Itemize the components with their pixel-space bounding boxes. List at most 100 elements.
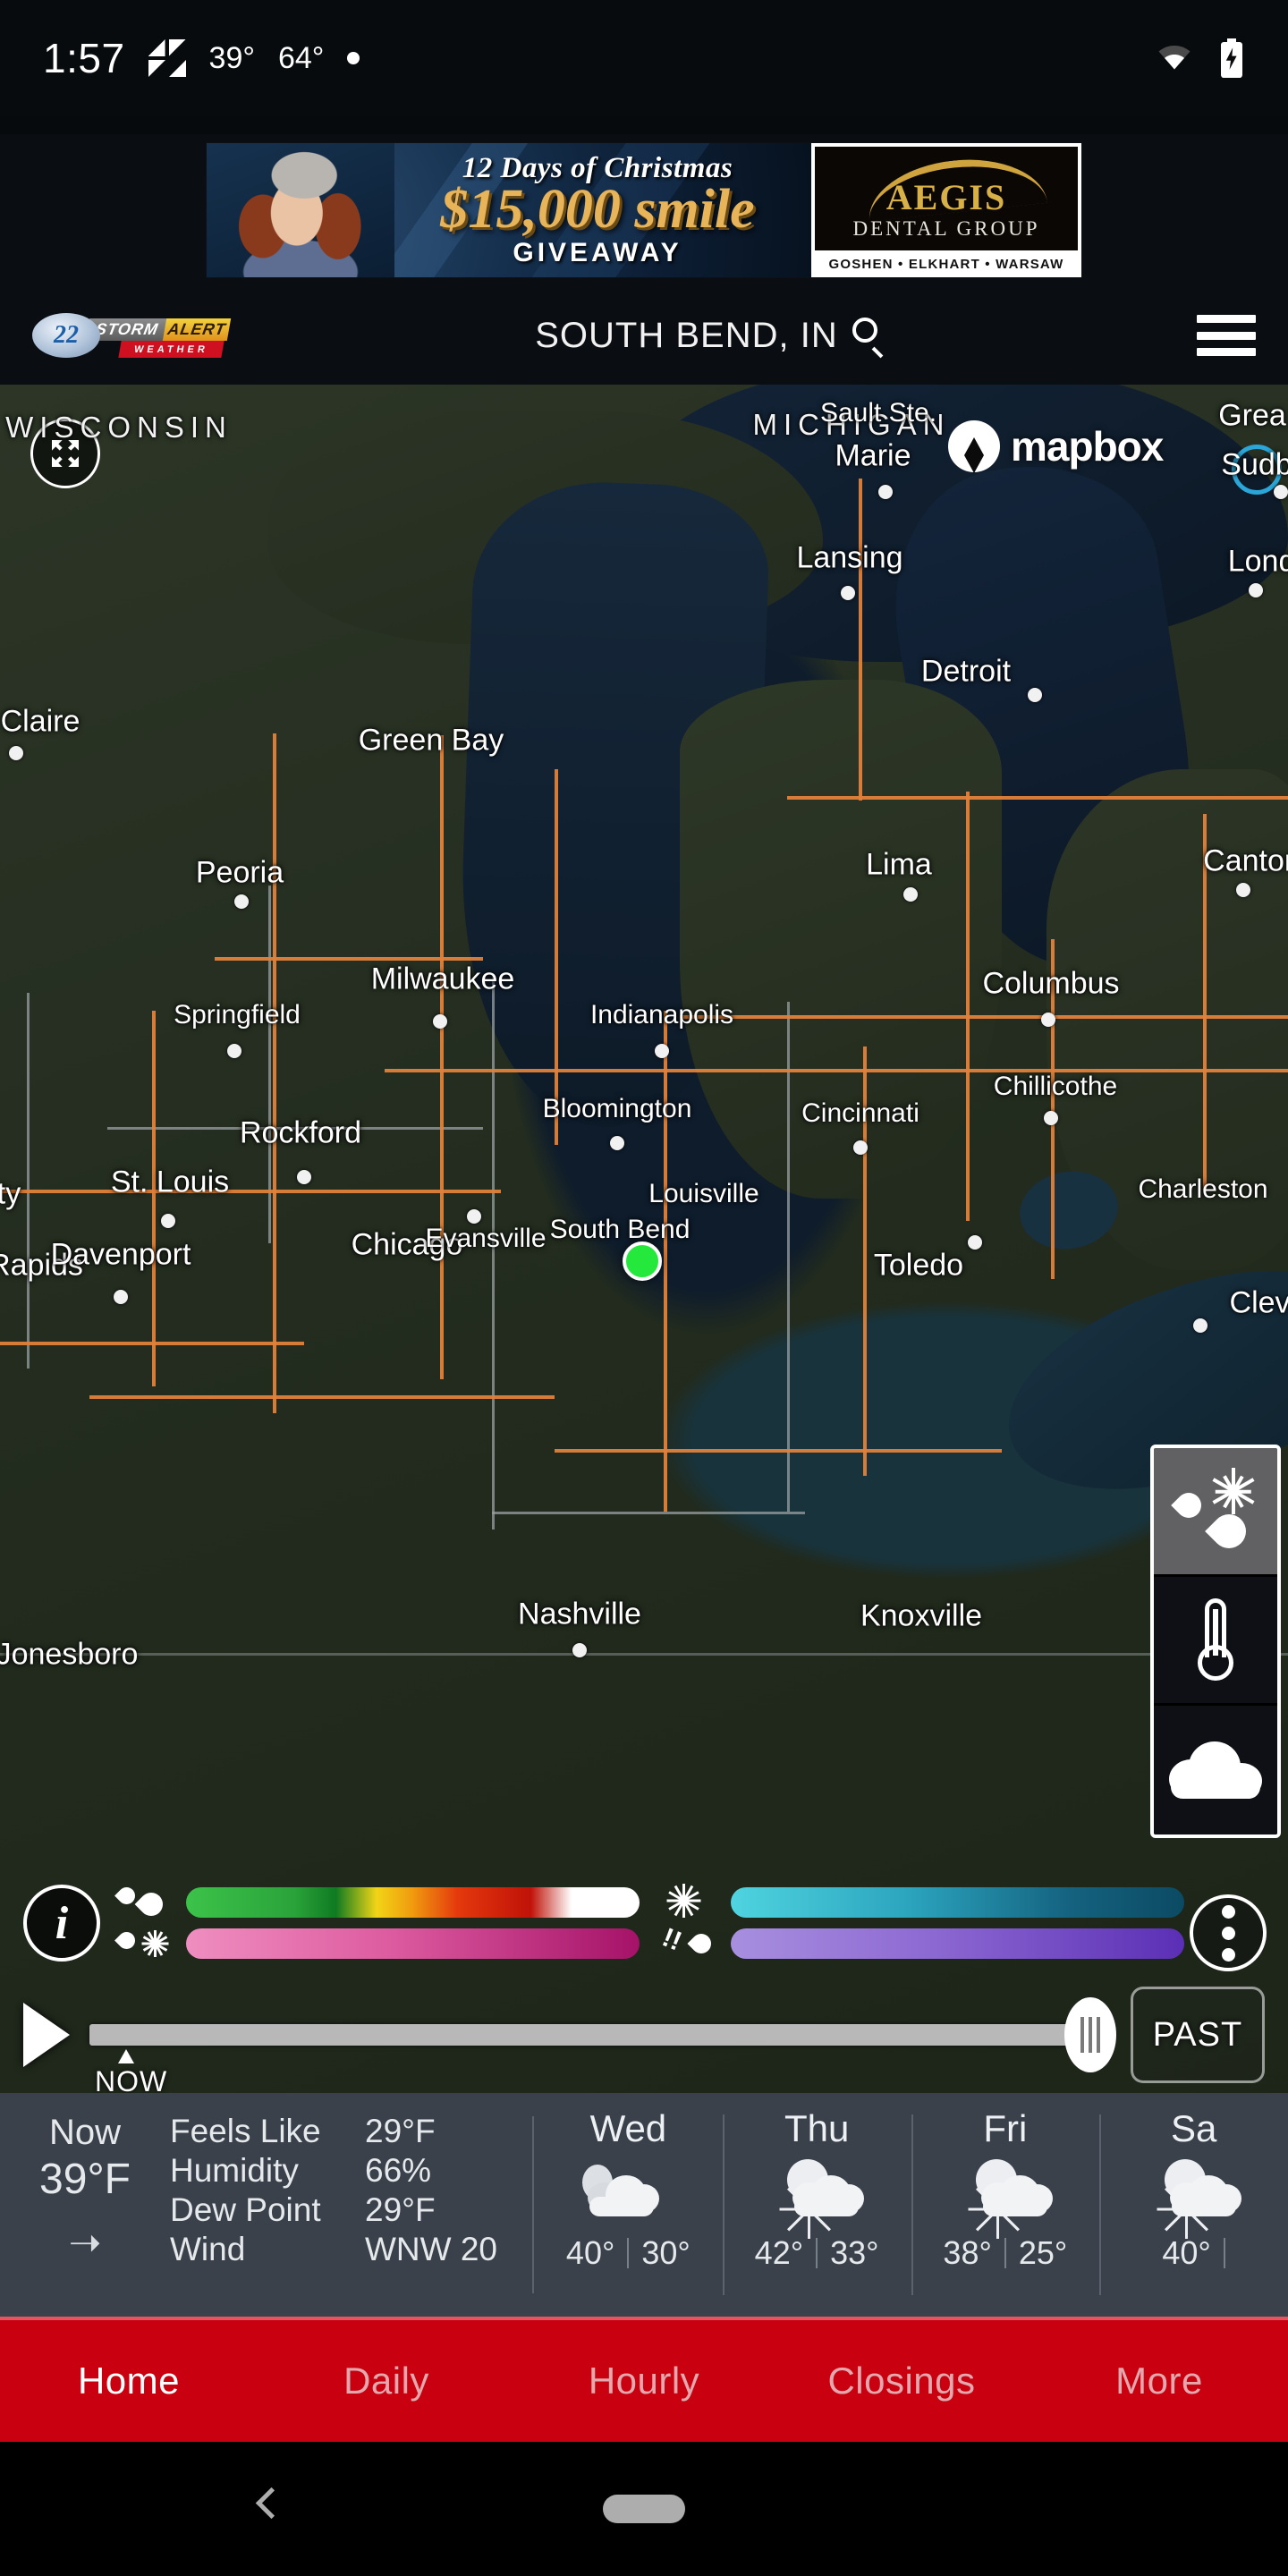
wifi-icon: [1158, 46, 1191, 70]
search-icon[interactable]: [851, 318, 886, 359]
status-temp-2: 64°: [277, 40, 325, 75]
forecast-day-name: Fri: [983, 2107, 1028, 2149]
app-header: 22 STORM ALERT WEATHER SOUTH BEND, IN: [0, 286, 1288, 385]
bottom-tab-bar[interactable]: Home Daily Hourly Closings More: [0, 2317, 1288, 2442]
map-city-dot: [1236, 883, 1250, 897]
map-city-label: Louisville: [648, 1179, 759, 1208]
map-city-dot: [968, 1235, 982, 1250]
layer-button-clouds[interactable]: [1154, 1705, 1277, 1835]
legend-bar-snow: [731, 1887, 1184, 1918]
sleet-drop-icon: [687, 1929, 716, 1958]
map-city-dot: [1041, 1013, 1055, 1027]
highway: [273, 733, 276, 1413]
tab-hourly[interactable]: Hourly: [515, 2360, 773, 2402]
layer-button-temperature[interactable]: [1154, 1576, 1277, 1706]
highway: [555, 1449, 1002, 1453]
condition-key: Wind: [170, 2231, 246, 2267]
forecast-day-name: Thu: [784, 2107, 850, 2149]
android-navigation-bar: [0, 2442, 1288, 2576]
map-city-dot: [655, 1044, 669, 1058]
map-city-label: Peoria: [195, 855, 284, 890]
legend-bar-ice: [731, 1928, 1184, 1959]
timeline-slider[interactable]: NOW: [89, 1997, 1116, 2097]
forecast-high: 42°: [754, 2234, 804, 2271]
forecast-high: 40°: [565, 2234, 615, 2271]
tab-daily[interactable]: Daily: [258, 2360, 515, 2402]
highway: [859, 479, 862, 801]
map-city-label: Cincinnati: [801, 1098, 919, 1128]
now-tick-marker: [118, 2049, 134, 2063]
more-options-kebab-icon[interactable]: [1190, 1894, 1267, 1971]
condition-row: Feels Like 29°F: [170, 2113, 532, 2150]
current-location-label: SOUTH BEND, IN: [535, 315, 838, 355]
forecast-day[interactable]: Thu 42° 33°: [722, 2093, 911, 2317]
forecast-strip[interactable]: Wed 40° 30° Thu 42° 33° Fri 38° 25° Sa 40°: [534, 2093, 1288, 2317]
highway: [89, 1395, 555, 1399]
legend-scales: !!: [114, 1880, 1288, 1966]
ad-creative[interactable]: 12 Days of Christmas $15,000 smile GIVEA…: [206, 142, 1082, 278]
hamburger-menu-icon[interactable]: [1197, 315, 1256, 356]
home-pill-icon[interactable]: [603, 2495, 685, 2523]
cloud-icon: [1169, 1741, 1262, 1799]
forecast-temps: 40°: [1162, 2234, 1225, 2272]
highway: [555, 769, 558, 1145]
back-chevron-icon[interactable]: [255, 2488, 278, 2529]
notification-dot-icon: [347, 52, 360, 64]
legend-icons-right: !!: [658, 1880, 720, 1966]
layer-button-precipitation[interactable]: [1154, 1448, 1277, 1577]
state-border: [492, 1512, 805, 1514]
map-city-label: Knoxville: [860, 1598, 983, 1633]
map-city-label: St. Louis: [110, 1165, 230, 1199]
legend-bars-right: [731, 1887, 1184, 1959]
legend-column-left: [114, 1880, 640, 1966]
now-title: Now: [48, 2113, 122, 2152]
legend-column-right: !!: [658, 1880, 1184, 1966]
advertisement-banner[interactable]: 12 Days of Christmas $15,000 smile GIVEA…: [0, 134, 1288, 286]
forecast-high: 40°: [1162, 2234, 1211, 2271]
highway: [440, 735, 444, 1379]
thermometer-icon: [1195, 1598, 1236, 1682]
condition-key: Dew Point: [170, 2191, 321, 2228]
play-icon[interactable]: [23, 2003, 70, 2067]
map-city-dot: [9, 746, 23, 760]
map-city-dot: [1193, 1318, 1208, 1333]
past-button[interactable]: PAST: [1131, 1987, 1265, 2083]
current-location-marker[interactable]: [623, 1241, 662, 1281]
ad-brand-sub: DENTAL GROUP: [852, 217, 1040, 240]
forecast-day-name: Wed: [589, 2107, 667, 2149]
map-city-label: Springfield: [174, 1000, 301, 1030]
condition-value: 29°F: [365, 2113, 436, 2149]
forecast-day[interactable]: Sa 40°: [1099, 2093, 1288, 2317]
ad-copy: 12 Days of Christmas $15,000 smile GIVEA…: [394, 143, 811, 277]
map-city-dot: [1028, 688, 1042, 702]
mapbox-attribution[interactable]: mapbox: [948, 420, 1164, 473]
slider-thumb-handle[interactable]: [1064, 1997, 1116, 2072]
rain-drops-icon: [134, 1887, 168, 1921]
legend-bar-rain: [186, 1887, 640, 1918]
map-city-dot: [903, 887, 918, 902]
station-logo[interactable]: 22 STORM ALERT WEATHER: [32, 308, 232, 363]
ad-brand-logo: AEGIS DENTAL GROUP: [815, 147, 1078, 250]
tab-home[interactable]: Home: [0, 2360, 258, 2402]
tab-more[interactable]: More: [1030, 2360, 1288, 2402]
tab-closings[interactable]: Closings: [773, 2360, 1030, 2402]
mapbox-logo-icon: [948, 420, 1000, 473]
info-icon[interactable]: i: [23, 1885, 100, 1962]
map-layer-switcher[interactable]: [1150, 1445, 1281, 1838]
map-city-label: Sudb: [1221, 447, 1288, 482]
legend-bar-mix: [186, 1928, 640, 1959]
timeline-track[interactable]: [89, 2024, 1111, 2046]
map-city-dot: [227, 1044, 242, 1058]
forecast-low: 25°: [1018, 2234, 1068, 2271]
status-bar-left: 1:57 39° 64°: [43, 34, 360, 82]
condition-value: 66%: [365, 2152, 432, 2189]
location-search-control[interactable]: SOUTH BEND, IN: [225, 315, 1197, 359]
map-state-label: WISCONSIN: [5, 411, 233, 444]
android-status-bar: 1:57 39° 64°: [0, 0, 1288, 116]
temp-separator: [627, 2238, 630, 2268]
forecast-day[interactable]: Fri 38° 25°: [911, 2093, 1100, 2317]
forecast-day[interactable]: Wed 40° 30°: [534, 2093, 723, 2317]
map-city-dot: [433, 1014, 447, 1029]
state-border: [787, 1002, 790, 1512]
map-city-label: Evansville: [425, 1224, 547, 1253]
